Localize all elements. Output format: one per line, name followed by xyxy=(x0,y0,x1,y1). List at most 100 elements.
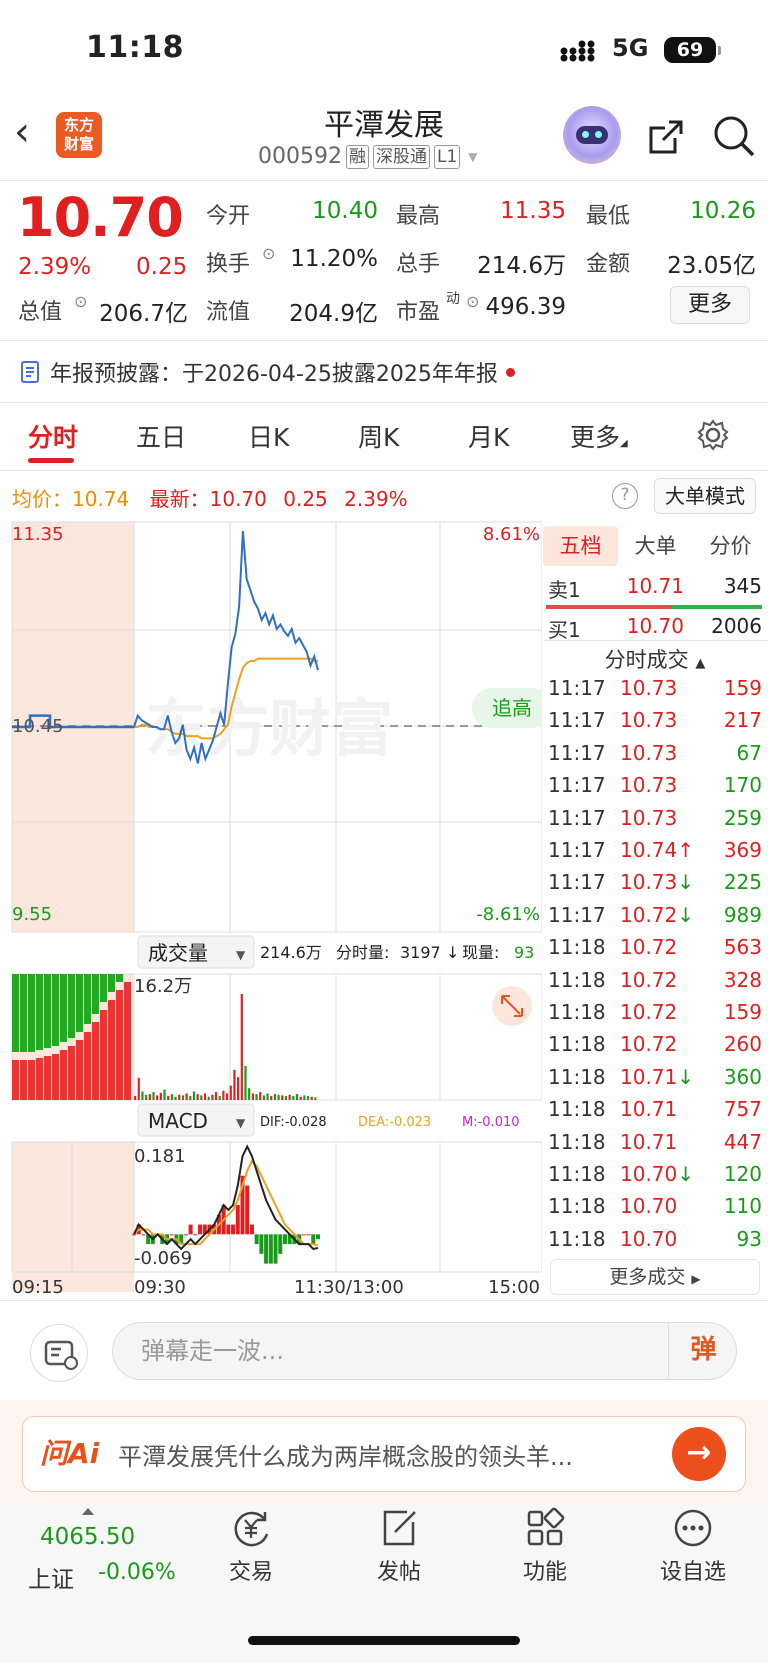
trade-row: 11:17 10.72↓ 989 xyxy=(548,903,762,927)
volume-bar xyxy=(277,1094,280,1100)
volume-bar xyxy=(226,1093,229,1100)
trade-row: 11:18 10.71 757 xyxy=(548,1097,762,1121)
trade-time: 11:17 xyxy=(548,902,606,927)
index-value[interactable]: 4065.50 xyxy=(40,1524,135,1550)
trade-price: 10.70 xyxy=(620,1194,678,1219)
settings-icon[interactable] xyxy=(696,418,730,452)
tab-five-levels[interactable]: 五档 xyxy=(543,526,618,566)
tab-weekly-k[interactable]: 周K xyxy=(358,418,399,454)
trade-time: 11:18 xyxy=(548,1000,606,1024)
big-order-mode-button[interactable]: 大单模式 xyxy=(654,478,756,514)
ai-prompt-text[interactable]: 平潭发展凭什么成为两岸概念股的领头羊... xyxy=(118,1437,648,1472)
notice-dot xyxy=(505,367,515,377)
home-indicator xyxy=(248,1636,520,1645)
macd-bar xyxy=(188,1224,193,1235)
annual-report-notice[interactable]: 年报预披露：于2026-04-25披露2025年年报 xyxy=(20,356,515,388)
volume-bar xyxy=(84,974,91,1024)
intraday-chart[interactable]: 东方财富 11.35 10.45 9.55 8.61% -8.61% 追高 成交… xyxy=(0,520,542,1300)
volume-bar xyxy=(207,1096,210,1100)
volume-bar xyxy=(145,1094,148,1100)
tab-more[interactable]: 更多◢ xyxy=(570,418,628,454)
trade-price: 10.70↓ xyxy=(620,1162,695,1186)
trades-title[interactable]: 分时成交 ▲ xyxy=(548,644,762,674)
trade-row: 11:18 10.72 260 xyxy=(548,1032,762,1056)
tab-price-distribution[interactable]: 分价 xyxy=(693,526,768,566)
nav-add-watchlist[interactable]: 设自选 xyxy=(638,1506,748,1586)
tab-monthly-k[interactable]: 月K xyxy=(468,418,509,454)
volume-bar xyxy=(60,1050,67,1100)
index-name[interactable]: 上证 xyxy=(28,1560,74,1594)
x-tick-label: 09:15 xyxy=(12,1277,64,1298)
tab-intraday[interactable]: 分时 xyxy=(28,418,78,454)
trade-row: 11:18 10.70 93 xyxy=(548,1227,762,1251)
y-min-pct: -8.61% xyxy=(476,904,540,925)
trade-price: 10.71 xyxy=(620,1129,678,1154)
volume-bar xyxy=(28,974,35,1052)
pe-value: 496.39 xyxy=(485,294,566,320)
danmu-input[interactable]: 弹幕走一波... xyxy=(112,1322,737,1380)
stock-subtitle[interactable]: 000592 融 深股通 L1 ▼ xyxy=(258,144,478,169)
help-icon[interactable]: ? xyxy=(612,483,638,509)
stock-code: 000592 xyxy=(258,144,342,169)
volume-bar xyxy=(92,1022,99,1100)
trade-volume: 120 xyxy=(723,1162,762,1186)
divider xyxy=(0,340,768,341)
volume-bar xyxy=(108,1000,115,1100)
volume-bar xyxy=(273,1094,277,1100)
more-button[interactable]: 更多 xyxy=(670,286,750,324)
volume-bar xyxy=(237,1077,240,1100)
nav-post[interactable]: 发帖 xyxy=(344,1506,454,1586)
trade-volume: 989 xyxy=(723,902,762,927)
trade-price: 10.73 xyxy=(620,805,678,830)
macd-bar xyxy=(273,1234,278,1264)
trade-row: 11:17 10.73↓ 225 xyxy=(548,870,762,894)
info-icon[interactable]: ⊙ xyxy=(74,292,87,311)
nav-functions[interactable]: 功能 xyxy=(490,1506,600,1586)
dropdown-icon[interactable]: ▼ xyxy=(468,150,477,164)
trade-volume: 170 xyxy=(723,773,762,798)
minute-volume-label: 分时量: xyxy=(336,943,389,962)
volume-bar xyxy=(12,974,19,1052)
macd-bar xyxy=(226,1224,231,1235)
volume-bar xyxy=(288,1094,291,1100)
chart-info-line: 均价：10.74 最新：10.70 0.25 2.39% xyxy=(12,483,408,512)
tab-five-day[interactable]: 五日 xyxy=(136,418,186,454)
more-trades-button[interactable]: 更多成交 ▶ xyxy=(550,1259,760,1295)
trade-volume: 217 xyxy=(723,708,762,733)
volume-bar xyxy=(68,974,75,1038)
volume-bar xyxy=(124,982,131,1100)
ai-robot-icon[interactable] xyxy=(563,106,621,164)
volume-bar xyxy=(76,1040,83,1100)
volume-bar xyxy=(52,974,59,1046)
trade-time: 11:18 xyxy=(548,1032,606,1057)
info-icon[interactable]: ⊙ xyxy=(262,244,275,263)
turnover-value: 11.20% xyxy=(290,246,378,272)
macd-bar xyxy=(198,1224,203,1235)
low-value: 10.26 xyxy=(690,198,756,224)
info-icon[interactable]: ⊙ xyxy=(466,292,479,311)
sell1-price: 10.71 xyxy=(626,574,684,598)
arrow-right-icon[interactable]: → xyxy=(672,1427,726,1481)
share-icon[interactable] xyxy=(645,116,687,158)
caret-right-icon: ▶ xyxy=(691,1272,701,1286)
trade-row: 11:17 10.73 217 xyxy=(548,708,762,732)
low-label: 最低 xyxy=(586,204,631,229)
danmu-toggle-icon[interactable] xyxy=(30,1324,88,1382)
avg-price-value: 10.74 xyxy=(72,487,130,511)
status-time: 11:18 xyxy=(86,30,184,65)
search-icon[interactable] xyxy=(712,114,756,158)
trade-row: 11:18 10.71↓ 360 xyxy=(548,1065,762,1089)
tab-daily-k[interactable]: 日K xyxy=(248,418,289,454)
volume-bar xyxy=(84,1032,91,1100)
trade-time: 11:18 xyxy=(548,1064,606,1089)
tab-big-orders[interactable]: 大单 xyxy=(618,526,693,566)
trade-volume: 328 xyxy=(723,967,762,992)
dea-label: DEA:-0.023 xyxy=(358,1115,431,1130)
danmu-send-button[interactable]: 弹 xyxy=(668,1322,738,1380)
trade-time: 11:17 xyxy=(548,838,606,862)
volume-bar xyxy=(303,1095,306,1100)
volume-bar xyxy=(248,1088,251,1100)
trade-price: 10.73 xyxy=(620,773,678,798)
dropdown-icon: ◢ xyxy=(620,438,628,449)
nav-trade[interactable]: 交易 xyxy=(196,1506,306,1586)
